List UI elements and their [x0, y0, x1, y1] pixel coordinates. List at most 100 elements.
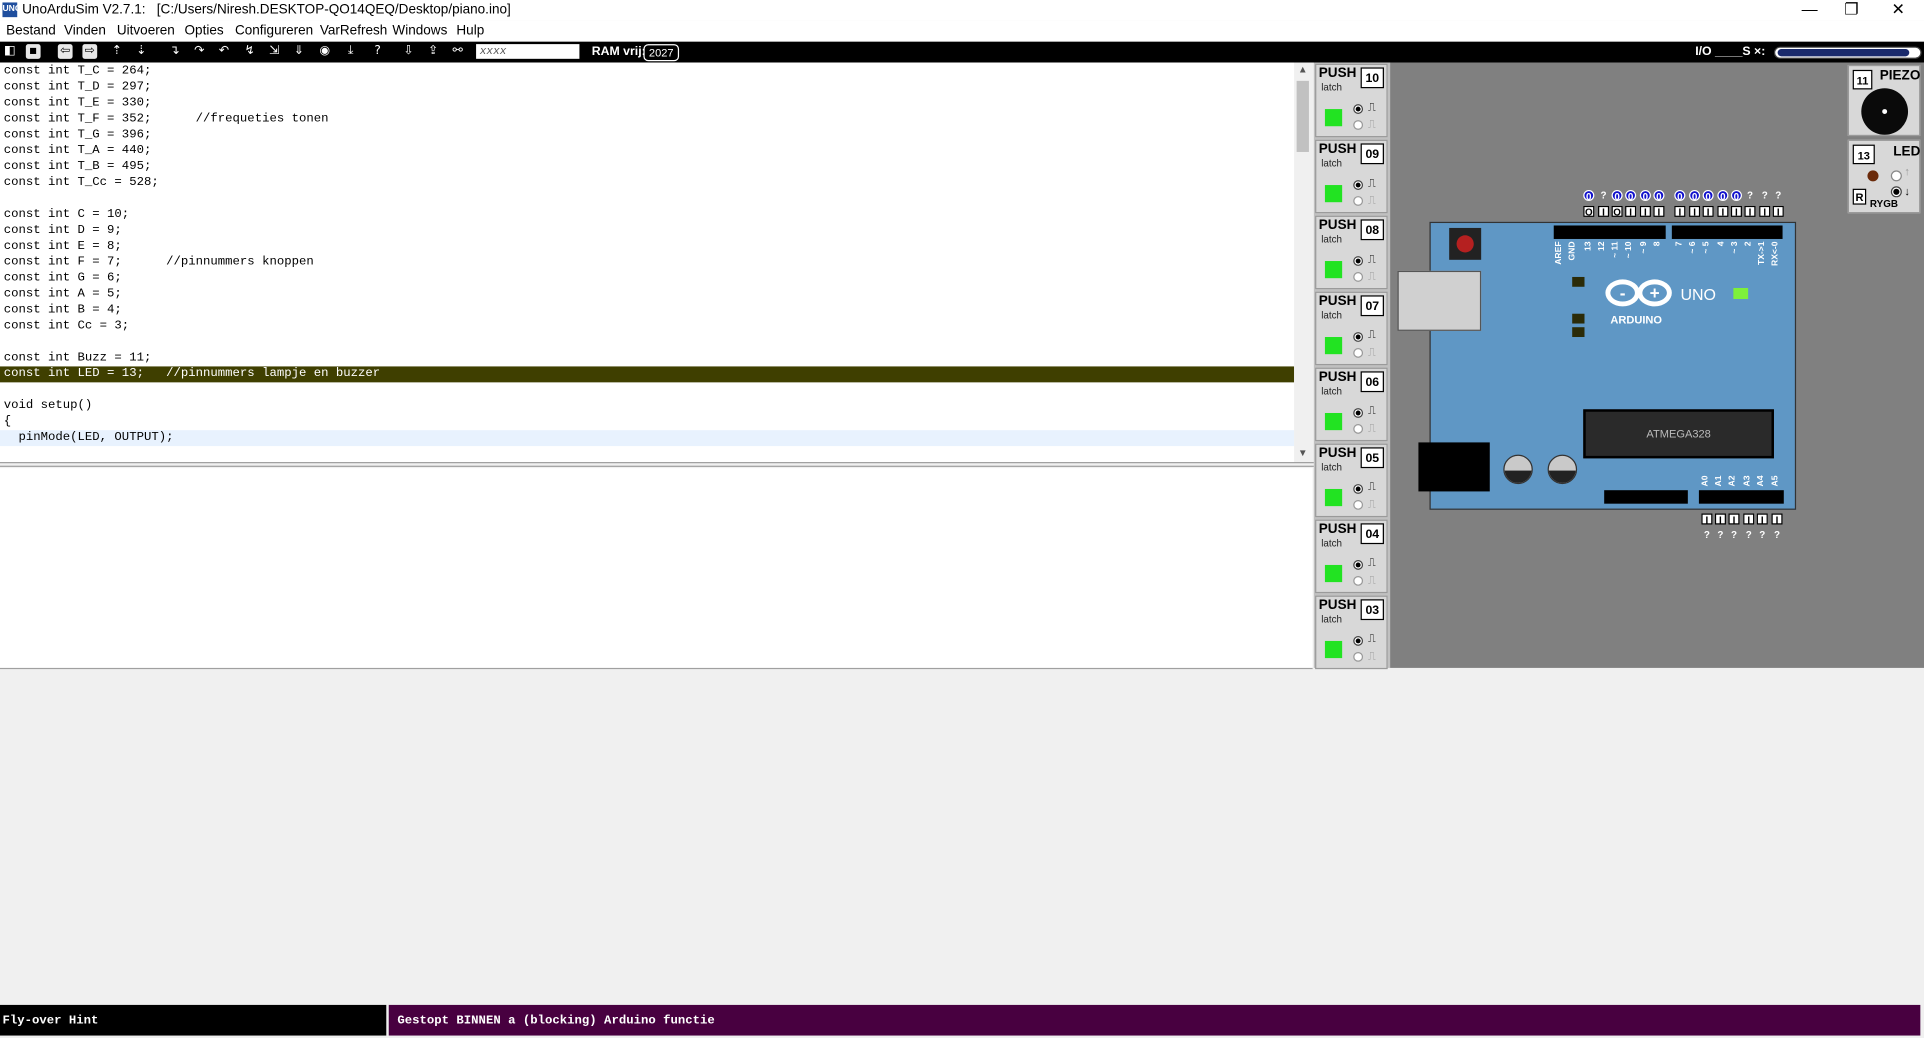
push-button[interactable]	[1324, 640, 1343, 659]
menu-opties[interactable]: Opties	[185, 23, 224, 38]
analog-pin-direction[interactable]: I	[1743, 513, 1755, 526]
piezo-pin[interactable]: 11	[1852, 69, 1873, 90]
code-line[interactable]: const int T_B = 495;	[0, 159, 1294, 175]
pin-direction[interactable]: O	[1611, 205, 1623, 218]
push-button[interactable]	[1324, 185, 1343, 203]
push-pin-number[interactable]: 06	[1360, 371, 1384, 393]
push-pin-number[interactable]: 09	[1360, 143, 1384, 165]
falling-edge-radio[interactable]	[1353, 500, 1364, 510]
run-icon[interactable]: ⇓	[290, 43, 307, 60]
pin-direction[interactable]: I	[1639, 205, 1651, 218]
reset-button[interactable]	[1449, 227, 1482, 260]
push-pin-number[interactable]: 10	[1360, 67, 1384, 89]
rising-edge-radio[interactable]	[1353, 256, 1364, 266]
code-line[interactable]: const int T_A = 440;	[0, 143, 1294, 159]
pin-direction[interactable]: I	[1730, 205, 1742, 218]
code-line[interactable]: void setup()	[0, 398, 1294, 414]
run-to-icon[interactable]: ↯	[241, 43, 258, 60]
io-scale-slider[interactable]	[1773, 46, 1922, 59]
code-line[interactable]: const int Buzz = 11;	[0, 350, 1294, 366]
menu-windows[interactable]: Windows	[392, 23, 447, 38]
pane-splitter[interactable]	[0, 462, 1314, 467]
rising-edge-radio[interactable]	[1353, 408, 1364, 418]
variables-pane[interactable]	[0, 468, 1313, 670]
step-into-icon[interactable]: ↴	[166, 43, 183, 60]
menu-vinden[interactable]: Vinden	[64, 23, 106, 38]
find-input[interactable]: xxxx	[476, 44, 580, 59]
push-button-module[interactable]: PUSH latch 06 ⎍ ⎍	[1315, 367, 1388, 442]
code-line[interactable]	[0, 335, 1294, 351]
maximize-button[interactable]: ❐	[1831, 0, 1873, 21]
save-icon[interactable]: ▪	[25, 44, 41, 59]
push-button-module[interactable]: PUSH latch 04 ⎍ ⎍	[1315, 519, 1388, 594]
pin-direction[interactable]: I	[1674, 205, 1686, 218]
push-button-module[interactable]: PUSH latch 07 ⎍ ⎍	[1315, 291, 1388, 366]
find-prev-icon[interactable]: ⇦	[57, 44, 73, 59]
run-until-icon[interactable]: ⇲	[266, 43, 283, 60]
push-button[interactable]	[1324, 412, 1343, 431]
code-line[interactable]: {	[0, 414, 1294, 430]
code-line[interactable]: const int T_E = 330;	[0, 96, 1294, 112]
find-next-icon[interactable]: ⇨	[82, 44, 98, 59]
code-line[interactable]	[0, 191, 1294, 207]
push-button[interactable]	[1324, 488, 1343, 507]
code-editor[interactable]: const int T_C = 264; const int T_D = 297;…	[0, 62, 1295, 463]
led-pin[interactable]: 13	[1852, 144, 1875, 165]
code-line[interactable]: const int T_G = 396;	[0, 127, 1294, 143]
falling-edge-radio[interactable]	[1353, 651, 1364, 662]
push-pin-number[interactable]: 03	[1360, 599, 1384, 621]
push-button[interactable]	[1324, 261, 1343, 279]
reset-icon[interactable]: ⤓	[342, 43, 359, 60]
rising-edge-radio[interactable]	[1353, 560, 1364, 570]
analog-pin-direction[interactable]: I	[1756, 513, 1768, 526]
code-line[interactable]: const int T_C = 264;	[0, 64, 1294, 80]
analog-pin-direction[interactable]: I	[1701, 513, 1713, 526]
push-button-module[interactable]: PUSH latch 10 ⎍ ⎍	[1315, 63, 1388, 138]
pin-direction[interactable]: O	[1583, 205, 1595, 218]
analog-pin-direction[interactable]: I	[1728, 513, 1740, 526]
pin-direction[interactable]: I	[1598, 205, 1610, 218]
close-button[interactable]: ✕	[1877, 0, 1919, 21]
code-line[interactable]: const int F = 7; //pinnummers knoppen	[0, 255, 1294, 271]
pin-direction[interactable]: I	[1689, 205, 1701, 218]
falling-edge-radio[interactable]	[1353, 348, 1364, 358]
pin-direction[interactable]: I	[1625, 205, 1637, 218]
pin-direction[interactable]: I	[1772, 205, 1784, 218]
push-button-module[interactable]: PUSH latch 09 ⎍ ⎍	[1315, 139, 1388, 214]
code-line[interactable]: const int G = 6;	[0, 271, 1294, 287]
push-button[interactable]	[1324, 337, 1343, 355]
code-line[interactable]: const int B = 4;	[0, 303, 1294, 319]
falling-edge-radio[interactable]	[1353, 575, 1364, 586]
step-over-icon[interactable]: ↷	[191, 43, 208, 60]
pin-direction[interactable]: I	[1717, 205, 1729, 218]
code-line[interactable]: const int Cc = 3;	[0, 319, 1294, 335]
rising-edge-radio[interactable]	[1353, 104, 1364, 114]
push-pin-number[interactable]: 04	[1360, 523, 1384, 545]
menu-varrefresh[interactable]: VarRefresh	[320, 23, 387, 38]
falling-edge-radio[interactable]	[1353, 424, 1364, 434]
code-line[interactable]: const int A = 5;	[0, 287, 1294, 303]
menu-uitvoeren[interactable]: Uitvoeren	[117, 23, 175, 38]
menu-configureren[interactable]: Configureren	[235, 23, 313, 38]
menu-hulp[interactable]: Hulp	[456, 23, 484, 38]
falling-edge-radio[interactable]	[1353, 196, 1364, 206]
push-pin-number[interactable]: 08	[1360, 219, 1384, 241]
halt-icon[interactable]: ◉	[316, 43, 333, 60]
code-line[interactable]	[0, 382, 1294, 398]
analog-pin-direction[interactable]: I	[1714, 513, 1726, 526]
io-slider-thumb[interactable]	[1777, 49, 1909, 57]
func-up-icon[interactable]: ⇡	[108, 43, 125, 60]
pin-direction[interactable]: I	[1759, 205, 1771, 218]
step-out-icon[interactable]: ↶	[215, 43, 232, 60]
load-file-icon[interactable]: ◧	[1, 43, 18, 60]
scroll-thumb[interactable]	[1296, 80, 1309, 152]
text-icon[interactable]: ⇪	[424, 43, 441, 60]
menu-bestand[interactable]: Bestand	[6, 23, 56, 38]
code-line[interactable]: const int E = 8;	[0, 239, 1294, 255]
push-pin-number[interactable]: 05	[1360, 447, 1384, 469]
push-button-module[interactable]: PUSH latch 05 ⎍ ⎍	[1315, 443, 1388, 518]
code-line[interactable]: pinMode(LED, OUTPUT);	[0, 430, 1295, 447]
rising-edge-radio[interactable]	[1353, 180, 1364, 190]
falling-edge-radio[interactable]	[1353, 120, 1364, 130]
pin-direction[interactable]: I	[1744, 205, 1756, 218]
